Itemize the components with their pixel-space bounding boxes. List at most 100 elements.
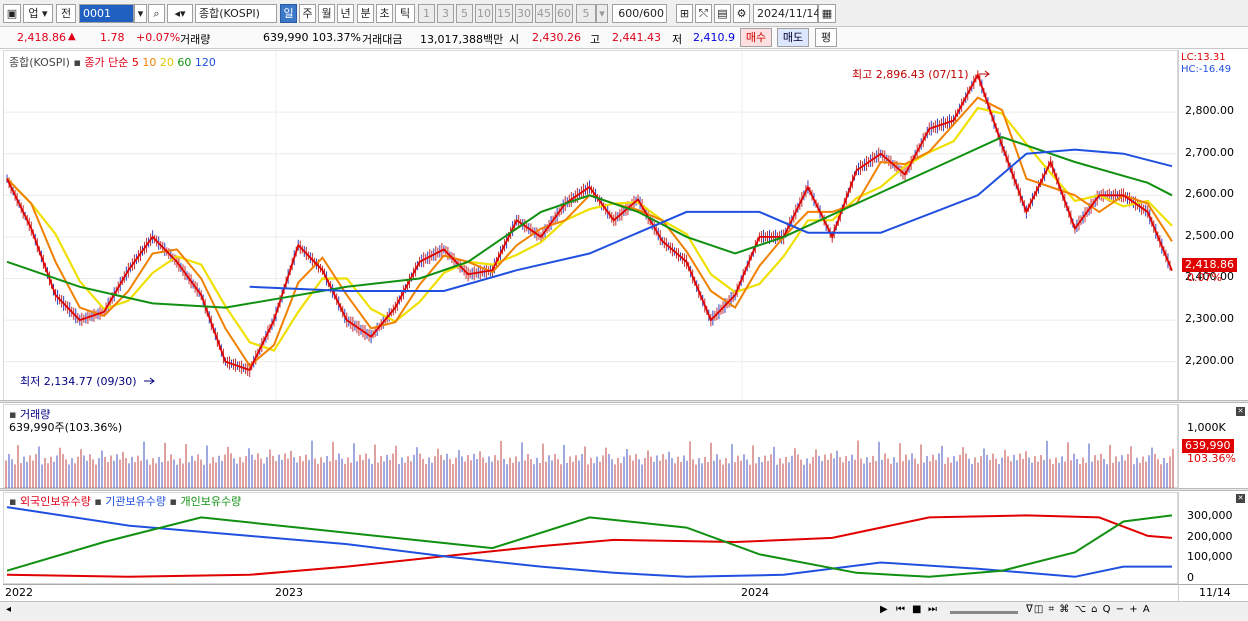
stop-icon[interactable]: ■ — [912, 604, 921, 615]
x-label-last: 11/14 — [1199, 586, 1231, 599]
toolbar: ▣ 업 ▾ 전 0001 ▾ ⌕ ◂▾ 종합(KOSPI) 일 주 월 년 분 … — [0, 0, 1248, 27]
interval-45[interactable]: 45 — [535, 4, 553, 23]
market-select-value: 업 — [28, 7, 39, 20]
period-minute[interactable]: 분 — [357, 4, 374, 23]
eval-button[interactable]: 평 — [815, 28, 837, 47]
date-input[interactable]: 2024/11/14 — [753, 4, 820, 23]
hc-label: HC:-16.49 — [1181, 64, 1232, 75]
x-label-2022: 2022 — [5, 586, 33, 599]
x-axis: 2022 2023 2024 — [3, 584, 1178, 601]
buy-button[interactable]: 매수 — [740, 28, 772, 47]
holdings-axis: ✕ 300,000 200,000 100,000 0 — [1178, 492, 1248, 584]
x-label-2024: 2024 — [741, 586, 769, 599]
holdings-pane[interactable]: ▪ 외국인보유수량 ▪ 기관보유수량 ▪ 개인보유수량 — [3, 492, 1178, 584]
legend-ma10: 10 — [142, 56, 157, 69]
bottom-bar: ◂ ▶ ⏮ ■ ⏭ ᐁ◫ ⌗ ⌘ ⌥ ⌂ Q − + A — [0, 601, 1248, 621]
price-tick: 2,600.00 — [1185, 187, 1234, 201]
legend-ma120: 120 — [194, 56, 216, 69]
last-price-tag: 2,418.86 — [1182, 258, 1237, 272]
current-price: 2,418.86 — [17, 31, 66, 44]
volume-axis: ✕ 1,000K 639,990 103.36% — [1178, 404, 1248, 488]
period-week[interactable]: 주 — [299, 4, 316, 23]
last-icon[interactable]: ⏭ — [928, 604, 937, 615]
window-icon[interactable]: ▣ — [3, 4, 21, 23]
interval-30[interactable]: 30 — [515, 4, 533, 23]
legend-foreign: 외국인보유수량 — [19, 495, 91, 508]
change-pct: +0.07% — [136, 31, 181, 44]
min-arrow-icon — [144, 377, 155, 385]
x-label-2023: 2023 — [275, 586, 303, 599]
legend-indiv: 개인보유수량 — [180, 495, 242, 508]
interval-input[interactable]: 5 — [576, 4, 596, 23]
search-icon[interactable]: ⌕ — [148, 4, 165, 23]
volume-chart — [5, 440, 1174, 488]
stock-name: 종합(KOSPI) — [195, 4, 277, 23]
close-icon[interactable]: ✕ — [1236, 407, 1245, 416]
period-month[interactable]: 월 — [318, 4, 335, 23]
sell-button[interactable]: 매도 — [777, 28, 809, 47]
separator-1[interactable] — [0, 400, 1248, 403]
period-day[interactable]: 일 — [280, 4, 297, 23]
count-total: /600 — [639, 7, 664, 20]
holdings-tick: 200,000 — [1187, 529, 1233, 543]
holdings-legend: ▪ 외국인보유수량 ▪ 기관보유수량 ▪ 개인보유수량 — [9, 495, 242, 508]
compare-icon[interactable]: ⊞ — [676, 4, 693, 23]
interval-15[interactable]: 15 — [495, 4, 513, 23]
interval-dropdown-icon[interactable]: ▾ — [596, 4, 608, 23]
ma10-line — [6, 96, 1173, 368]
save-icon[interactable]: ▤ — [714, 4, 731, 23]
interval-1[interactable]: 1 — [418, 4, 435, 23]
holdings-tick: 0 — [1187, 570, 1194, 584]
holdings-tick: 100,000 — [1187, 550, 1233, 564]
volume-value: 639,990 — [263, 31, 309, 44]
open-value: 2,430.26 — [532, 31, 581, 44]
calendar-icon[interactable]: ▦ — [818, 4, 836, 23]
info-bar: 2,418.86 ▲ 1.78 +0.07% 거래량 639,990 103.3… — [0, 27, 1248, 49]
foreign-line — [6, 514, 1173, 578]
high-label: 고 — [590, 33, 601, 46]
scroll-left-icon[interactable]: ◂ — [6, 604, 11, 615]
price-tick: 2,500.00 — [1185, 228, 1234, 242]
speaker-icon[interactable]: ◂▾ — [167, 4, 193, 23]
close-icon-2[interactable]: ✕ — [1236, 494, 1245, 503]
price-pane[interactable]: 종합(KOSPI) ▪ 종가 단순 5 10 20 60 120 최고 2,89… — [3, 50, 1179, 402]
holdings-tick: 300,000 — [1187, 509, 1233, 523]
overlay-icon[interactable]: ⤲ — [695, 4, 712, 23]
amount-value: 13,017,388백만 — [420, 33, 504, 46]
high-value: 2,441.43 — [612, 31, 661, 44]
period-second[interactable]: 초 — [376, 4, 393, 23]
volume-last-pct: 103.36% — [1187, 452, 1236, 465]
up-arrow-icon: ▲ — [68, 31, 76, 42]
code-dropdown-icon[interactable]: ▾ — [134, 4, 147, 23]
interval-10[interactable]: 10 — [475, 4, 493, 23]
legend-ma20: 20 — [159, 56, 174, 69]
code-input[interactable]: 0001 — [79, 4, 134, 23]
tool-icons[interactable]: ᐁ◫ ⌗ ⌘ ⌥ ⌂ Q − + A — [1026, 604, 1151, 615]
lc-label: LC:13.31 — [1181, 52, 1226, 63]
play-icon[interactable]: ▶ — [880, 604, 888, 615]
max-annotation: 최고 2,896.43 (07/11) — [852, 68, 969, 81]
max-arrow-icon — [979, 70, 990, 78]
legend-ma5: 5 — [131, 56, 139, 69]
volume-label: 거래량 — [180, 33, 211, 46]
count-input[interactable]: 600/600 — [612, 4, 667, 23]
period-tick[interactable]: 틱 — [395, 4, 415, 23]
volume-tick: 1,000K — [1187, 420, 1226, 434]
interval-3[interactable]: 3 — [437, 4, 454, 23]
market-select[interactable]: 업 ▾ — [23, 4, 53, 23]
last-price-pct: 0.07% — [1187, 271, 1222, 284]
volume-last-tag: 639,990 — [1182, 439, 1234, 453]
interval-60[interactable]: 60 — [555, 4, 573, 23]
volume-pct: 103.37% — [312, 31, 361, 44]
volume-pane[interactable]: ▪ 거래량 639,990주(103.36%) — [3, 404, 1178, 488]
amount-label: 거래대금 — [362, 33, 403, 46]
gear-icon[interactable]: ⚙ — [733, 4, 750, 23]
prev-button[interactable]: 전 — [56, 4, 76, 23]
first-icon[interactable]: ⏮ — [896, 604, 905, 615]
min-annotation: 최저 2,134.77 (09/30) — [20, 375, 137, 388]
zoom-slider[interactable] — [950, 611, 1018, 614]
interval-5[interactable]: 5 — [456, 4, 473, 23]
separator-2[interactable] — [0, 488, 1248, 491]
period-year[interactable]: 년 — [337, 4, 354, 23]
low-value: 2,410.9 — [693, 31, 735, 44]
